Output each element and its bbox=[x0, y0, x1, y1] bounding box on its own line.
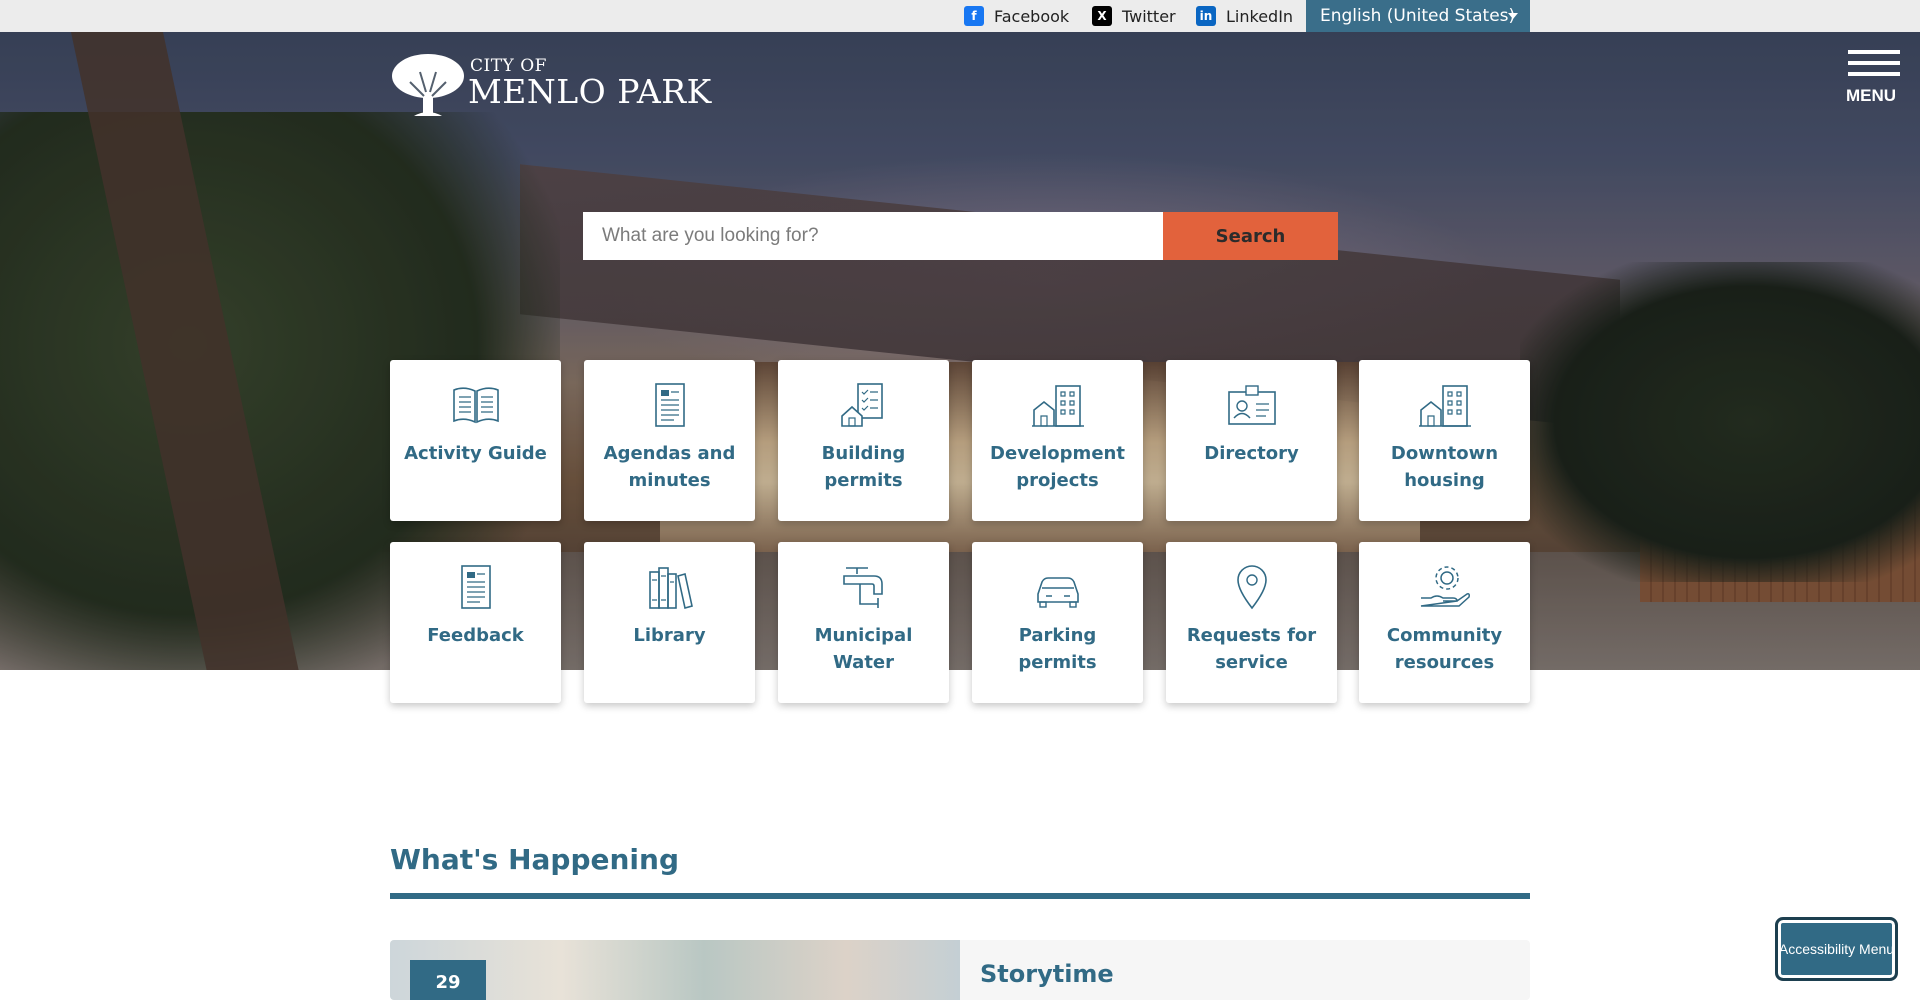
event-card[interactable]: 29 Storytime bbox=[390, 940, 1530, 1000]
tile-requests-for-service[interactable]: Requests for service bbox=[1166, 542, 1337, 703]
facebook-link[interactable]: f Facebook bbox=[964, 0, 1069, 32]
menu-button[interactable]: MENU bbox=[1846, 50, 1902, 106]
open-book-icon bbox=[450, 382, 502, 428]
tile-parking-permits[interactable]: Parking permits bbox=[972, 542, 1143, 703]
hero-banner bbox=[0, 32, 1920, 670]
event-title[interactable]: Storytime bbox=[980, 960, 1114, 988]
tile-label: Municipal Water bbox=[814, 625, 913, 673]
tile-label: Directory bbox=[1204, 443, 1299, 464]
x-twitter-icon: X bbox=[1092, 6, 1112, 26]
site-search: Search bbox=[583, 212, 1338, 260]
books-icon bbox=[644, 564, 696, 610]
housing-icon bbox=[1418, 382, 1471, 428]
tile-directory[interactable]: Directory bbox=[1166, 360, 1337, 521]
chevron-down-icon bbox=[1508, 13, 1518, 19]
feedback-document-icon bbox=[450, 564, 502, 610]
tile-label: Agendas and minutes bbox=[603, 443, 736, 491]
tile-agendas-minutes[interactable]: Agendas and minutes bbox=[584, 360, 755, 521]
oak-tree-icon bbox=[392, 54, 464, 116]
hamburger-icon bbox=[1848, 50, 1900, 54]
tile-label: Building permits bbox=[821, 443, 906, 491]
top-utility-bar: f Facebook X Twitter in LinkedIn English… bbox=[0, 0, 1920, 32]
facebook-icon: f bbox=[964, 6, 984, 26]
hand-gear-icon bbox=[1419, 564, 1471, 610]
car-icon bbox=[1032, 564, 1084, 610]
tile-feedback[interactable]: Feedback bbox=[390, 542, 561, 703]
event-date-badge: 29 bbox=[410, 960, 486, 1000]
tile-label: Activity Guide bbox=[404, 443, 547, 464]
tile-library[interactable]: Library bbox=[584, 542, 755, 703]
id-card-icon bbox=[1226, 382, 1278, 428]
twitter-label: Twitter bbox=[1122, 6, 1176, 26]
section-divider bbox=[390, 893, 1530, 899]
section-title-whats-happening: What's Happening bbox=[390, 843, 679, 876]
tile-development-projects[interactable]: Development projects bbox=[972, 360, 1143, 521]
map-pin-icon bbox=[1226, 564, 1278, 610]
tile-label: Library bbox=[633, 625, 706, 646]
tile-label: Development projects bbox=[990, 443, 1125, 491]
linkedin-link[interactable]: in LinkedIn bbox=[1196, 0, 1293, 32]
tile-label: Requests for service bbox=[1186, 625, 1317, 673]
tile-label: Downtown housing bbox=[1390, 443, 1499, 491]
document-icon bbox=[644, 382, 696, 428]
tile-community-resources[interactable]: Community resources bbox=[1359, 542, 1530, 703]
language-label: English (United States) bbox=[1320, 6, 1516, 26]
faucet-icon bbox=[838, 564, 890, 610]
menu-label: MENU bbox=[1846, 86, 1897, 105]
tile-municipal-water[interactable]: Municipal Water bbox=[778, 542, 949, 703]
search-button[interactable]: Search bbox=[1163, 212, 1338, 260]
tile-label: Community resources bbox=[1386, 625, 1503, 673]
logo-name-text: MENLO PARK bbox=[468, 72, 712, 111]
accessibility-menu-button[interactable]: Accessibility Menu bbox=[1775, 917, 1898, 981]
tile-building-permits[interactable]: Building permits bbox=[778, 360, 949, 521]
buildings-icon bbox=[1031, 382, 1084, 428]
house-checklist-icon bbox=[838, 382, 890, 428]
linkedin-icon: in bbox=[1196, 6, 1216, 26]
city-logo[interactable]: CITY OF MENLO PARK bbox=[390, 52, 720, 118]
twitter-link[interactable]: X Twitter bbox=[1092, 0, 1176, 32]
linkedin-label: LinkedIn bbox=[1226, 6, 1294, 26]
tile-downtown-housing[interactable]: Downtown housing bbox=[1359, 360, 1530, 521]
language-selector[interactable]: English (United States) bbox=[1306, 0, 1530, 32]
tile-activity-guide[interactable]: Activity Guide bbox=[390, 360, 561, 521]
tile-label: Feedback bbox=[427, 625, 524, 646]
search-input[interactable] bbox=[583, 212, 1163, 260]
facebook-label: Facebook bbox=[994, 6, 1070, 26]
tile-label: Parking permits bbox=[1018, 625, 1097, 673]
